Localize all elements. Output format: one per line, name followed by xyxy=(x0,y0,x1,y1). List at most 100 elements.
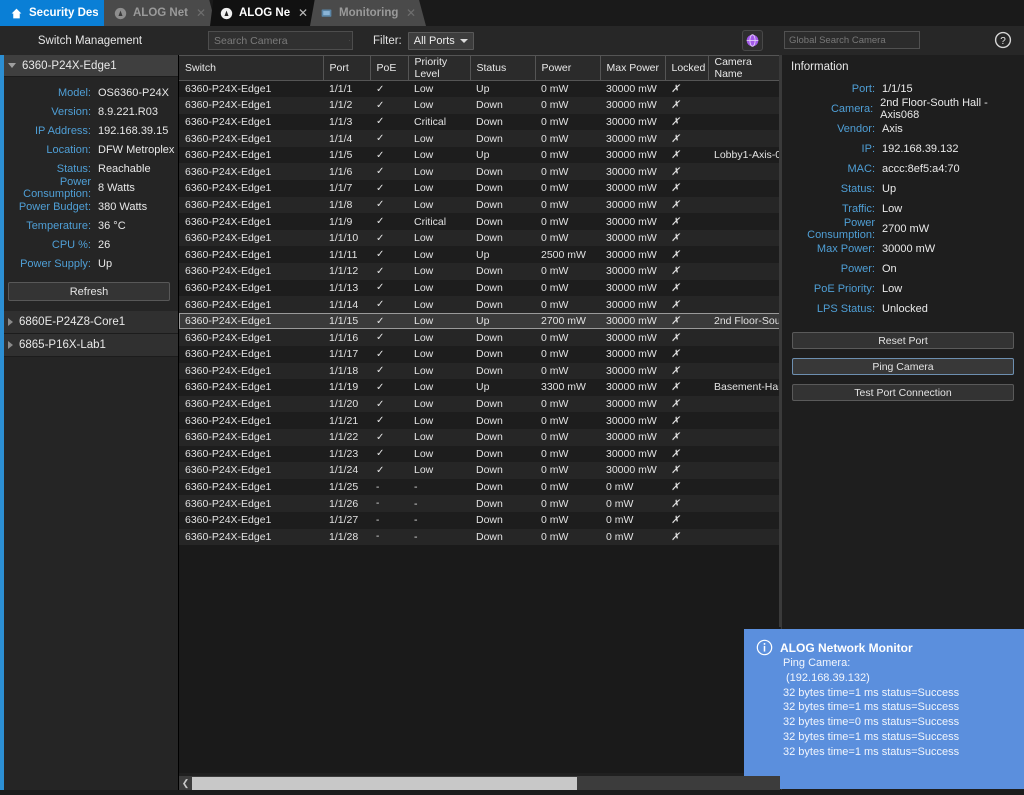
table-row[interactable]: 6360-P24X-Edge11/1/18✓LowDown0 mW30000 m… xyxy=(179,363,780,380)
global-camera-button[interactable] xyxy=(742,30,763,51)
table-row[interactable]: 6360-P24X-Edge11/1/12✓LowDown0 mW30000 m… xyxy=(179,263,780,280)
table-row[interactable]: 6360-P24X-Edge11/1/7✓LowDown0 mW30000 mW… xyxy=(179,180,780,197)
table-row[interactable]: 6360-P24X-Edge11/1/28--Down0 mW0 mW✗ xyxy=(179,529,780,546)
table-row[interactable]: 6360-P24X-Edge11/1/2✓LowDown0 mW30000 mW… xyxy=(179,97,780,114)
column-header-priority-level[interactable]: Priority Level xyxy=(408,56,470,81)
cell-locked: ✗ xyxy=(665,495,708,512)
cell-priority: Low xyxy=(408,147,470,164)
property-value: 380 Watts xyxy=(98,201,147,213)
column-header-port[interactable]: Port xyxy=(323,56,370,81)
cell-port: 1/1/5 xyxy=(323,147,370,164)
column-header-switch[interactable]: Switch xyxy=(179,56,323,81)
cell-power: 0 mW xyxy=(535,479,600,496)
cell-status: Down xyxy=(470,429,535,446)
cell-switch: 6360-P24X-Edge1 xyxy=(179,412,323,429)
horizontal-scrollbar[interactable]: ❮ xyxy=(179,776,780,790)
cell-poe: ✓ xyxy=(370,462,408,479)
table-row[interactable]: 6360-P24X-Edge11/1/9✓CriticalDown0 mW300… xyxy=(179,213,780,230)
filter-dropdown[interactable]: All Ports xyxy=(408,32,474,50)
table-row[interactable]: 6360-P24X-Edge11/1/3✓CriticalDown0 mW300… xyxy=(179,114,780,131)
column-header-poe[interactable]: PoE xyxy=(370,56,408,81)
table-row[interactable]: 6360-P24X-Edge11/1/25--Down0 mW0 mW✗ xyxy=(179,479,780,496)
cell-priority: Low xyxy=(408,363,470,380)
close-icon[interactable]: ✕ xyxy=(406,6,416,20)
tab-security-desk[interactable]: Security Desk xyxy=(0,0,108,26)
table-row[interactable]: 6360-P24X-Edge11/1/11✓LowUp2500 mW30000 … xyxy=(179,246,780,263)
cell-port: 1/1/21 xyxy=(323,412,370,429)
device-name: 6860E-P24Z8-Core1 xyxy=(19,316,125,328)
table-row[interactable]: 6360-P24X-Edge11/1/10✓LowDown0 mW30000 m… xyxy=(179,230,780,247)
sidebar-device-6860E-P24Z8-Core1[interactable]: 6860E-P24Z8-Core1 xyxy=(0,311,178,334)
information-value: 2700 mW xyxy=(882,223,929,235)
tab-alog-network-2[interactable]: ALOG Netw... ✕ xyxy=(210,0,318,26)
home-icon xyxy=(10,7,23,20)
scrollbar-thumb[interactable] xyxy=(192,777,577,790)
search-input[interactable] xyxy=(209,35,349,47)
cell-priority: Low xyxy=(408,329,470,346)
scroll-left-arrow-icon[interactable]: ❮ xyxy=(179,776,192,790)
close-icon[interactable]: ✕ xyxy=(196,6,206,20)
chevron-right-icon[interactable] xyxy=(8,318,13,326)
ports-table-container[interactable]: Switch Port PoE Priority Level Status Po… xyxy=(179,55,780,773)
property-value: Up xyxy=(98,258,112,270)
close-icon[interactable]: ✕ xyxy=(298,6,308,20)
table-row[interactable]: 6360-P24X-Edge11/1/17✓LowDown0 mW30000 m… xyxy=(179,346,780,363)
tab-label: ALOG Netw... xyxy=(239,7,290,19)
reset-port-button[interactable]: Reset Port xyxy=(792,332,1014,349)
help-button[interactable]: ? xyxy=(994,31,1012,49)
information-value: Up xyxy=(882,183,896,195)
tab-monitoring[interactable]: Monitoring ✕ xyxy=(310,0,426,26)
cell-priority: Low xyxy=(408,246,470,263)
table-row[interactable]: 6360-P24X-Edge11/1/4✓LowDown0 mW30000 mW… xyxy=(179,130,780,147)
global-search-input[interactable] xyxy=(785,35,921,46)
table-row[interactable]: 6360-P24X-Edge11/1/8✓LowDown0 mW30000 mW… xyxy=(179,197,780,214)
table-row[interactable]: 6360-P24X-Edge11/1/27--Down0 mW0 mW✗ xyxy=(179,512,780,529)
table-row[interactable]: 6360-P24X-Edge11/1/21✓LowDown0 mW30000 m… xyxy=(179,412,780,429)
cell-priority: Low xyxy=(408,97,470,114)
cell-locked: ✗ xyxy=(665,412,708,429)
ping-camera-button[interactable]: Ping Camera xyxy=(792,358,1014,375)
table-row[interactable]: 6360-P24X-Edge11/1/16✓LowDown0 mW30000 m… xyxy=(179,329,780,346)
column-header-power[interactable]: Power xyxy=(535,56,600,81)
cell-power: 0 mW xyxy=(535,197,600,214)
property-row: Temperature:36 °C xyxy=(0,216,178,235)
table-row[interactable]: 6360-P24X-Edge11/1/24✓LowDown0 mW30000 m… xyxy=(179,462,780,479)
property-row: IP Address:192.168.39.15 xyxy=(0,121,178,140)
column-header-max-power[interactable]: Max Power xyxy=(600,56,665,81)
notification-toast[interactable]: ALOG Network Monitor Ping Camera: (192.1… xyxy=(744,629,1024,789)
table-row[interactable]: 6360-P24X-Edge11/1/23✓LowDown0 mW30000 m… xyxy=(179,446,780,463)
information-key: Max Power: xyxy=(782,243,882,255)
cell-poe: ✓ xyxy=(370,429,408,446)
search-camera-field[interactable] xyxy=(208,31,353,50)
test-port-connection-button[interactable]: Test Port Connection xyxy=(792,384,1014,401)
chevron-down-icon[interactable] xyxy=(8,63,16,68)
cell-locked: ✗ xyxy=(665,197,708,214)
table-row[interactable]: 6360-P24X-Edge11/1/14✓LowDown0 mW30000 m… xyxy=(179,296,780,313)
cell-camera: 2nd Floor-Sout xyxy=(708,313,780,330)
table-row[interactable]: 6360-P24X-Edge11/1/22✓LowDown0 mW30000 m… xyxy=(179,429,780,446)
table-row[interactable]: 6360-P24X-Edge11/1/1✓LowUp0 mW30000 mW✗ xyxy=(179,81,780,98)
sidebar-device-6865-P16X-Lab1[interactable]: 6865-P16X-Lab1 xyxy=(0,334,178,357)
table-row[interactable]: 6360-P24X-Edge11/1/15✓LowUp2700 mW30000 … xyxy=(179,313,780,330)
table-row[interactable]: 6360-P24X-Edge11/1/26--Down0 mW0 mW✗ xyxy=(179,495,780,512)
global-search-field[interactable] xyxy=(784,31,920,49)
cell-locked: ✗ xyxy=(665,246,708,263)
cell-status: Down xyxy=(470,446,535,463)
table-row[interactable]: 6360-P24X-Edge11/1/19✓LowUp3300 mW30000 … xyxy=(179,379,780,396)
cell-poe: - xyxy=(370,479,408,496)
tab-alog-network-1[interactable]: ALOG Netw... ✕ xyxy=(104,0,216,26)
cell-status: Down xyxy=(470,329,535,346)
chevron-right-icon[interactable] xyxy=(8,341,13,349)
cell-poe: ✓ xyxy=(370,197,408,214)
refresh-button[interactable]: Refresh xyxy=(8,282,170,301)
column-header-locked[interactable]: Locked xyxy=(665,56,708,81)
column-header-camera-name[interactable]: Camera Name xyxy=(708,56,780,81)
table-row[interactable]: 6360-P24X-Edge11/1/5✓LowUp0 mW30000 mW✗L… xyxy=(179,147,780,164)
table-row[interactable]: 6360-P24X-Edge11/1/6✓LowDown0 mW30000 mW… xyxy=(179,163,780,180)
cell-status: Down xyxy=(470,495,535,512)
sidebar-device-6360-P24X-Edge1[interactable]: 6360-P24X-Edge1 xyxy=(0,55,178,77)
column-header-status[interactable]: Status xyxy=(470,56,535,81)
table-row[interactable]: 6360-P24X-Edge11/1/13✓LowDown0 mW30000 m… xyxy=(179,280,780,297)
search-icon[interactable] xyxy=(349,32,350,49)
table-row[interactable]: 6360-P24X-Edge11/1/20✓LowDown0 mW30000 m… xyxy=(179,396,780,413)
